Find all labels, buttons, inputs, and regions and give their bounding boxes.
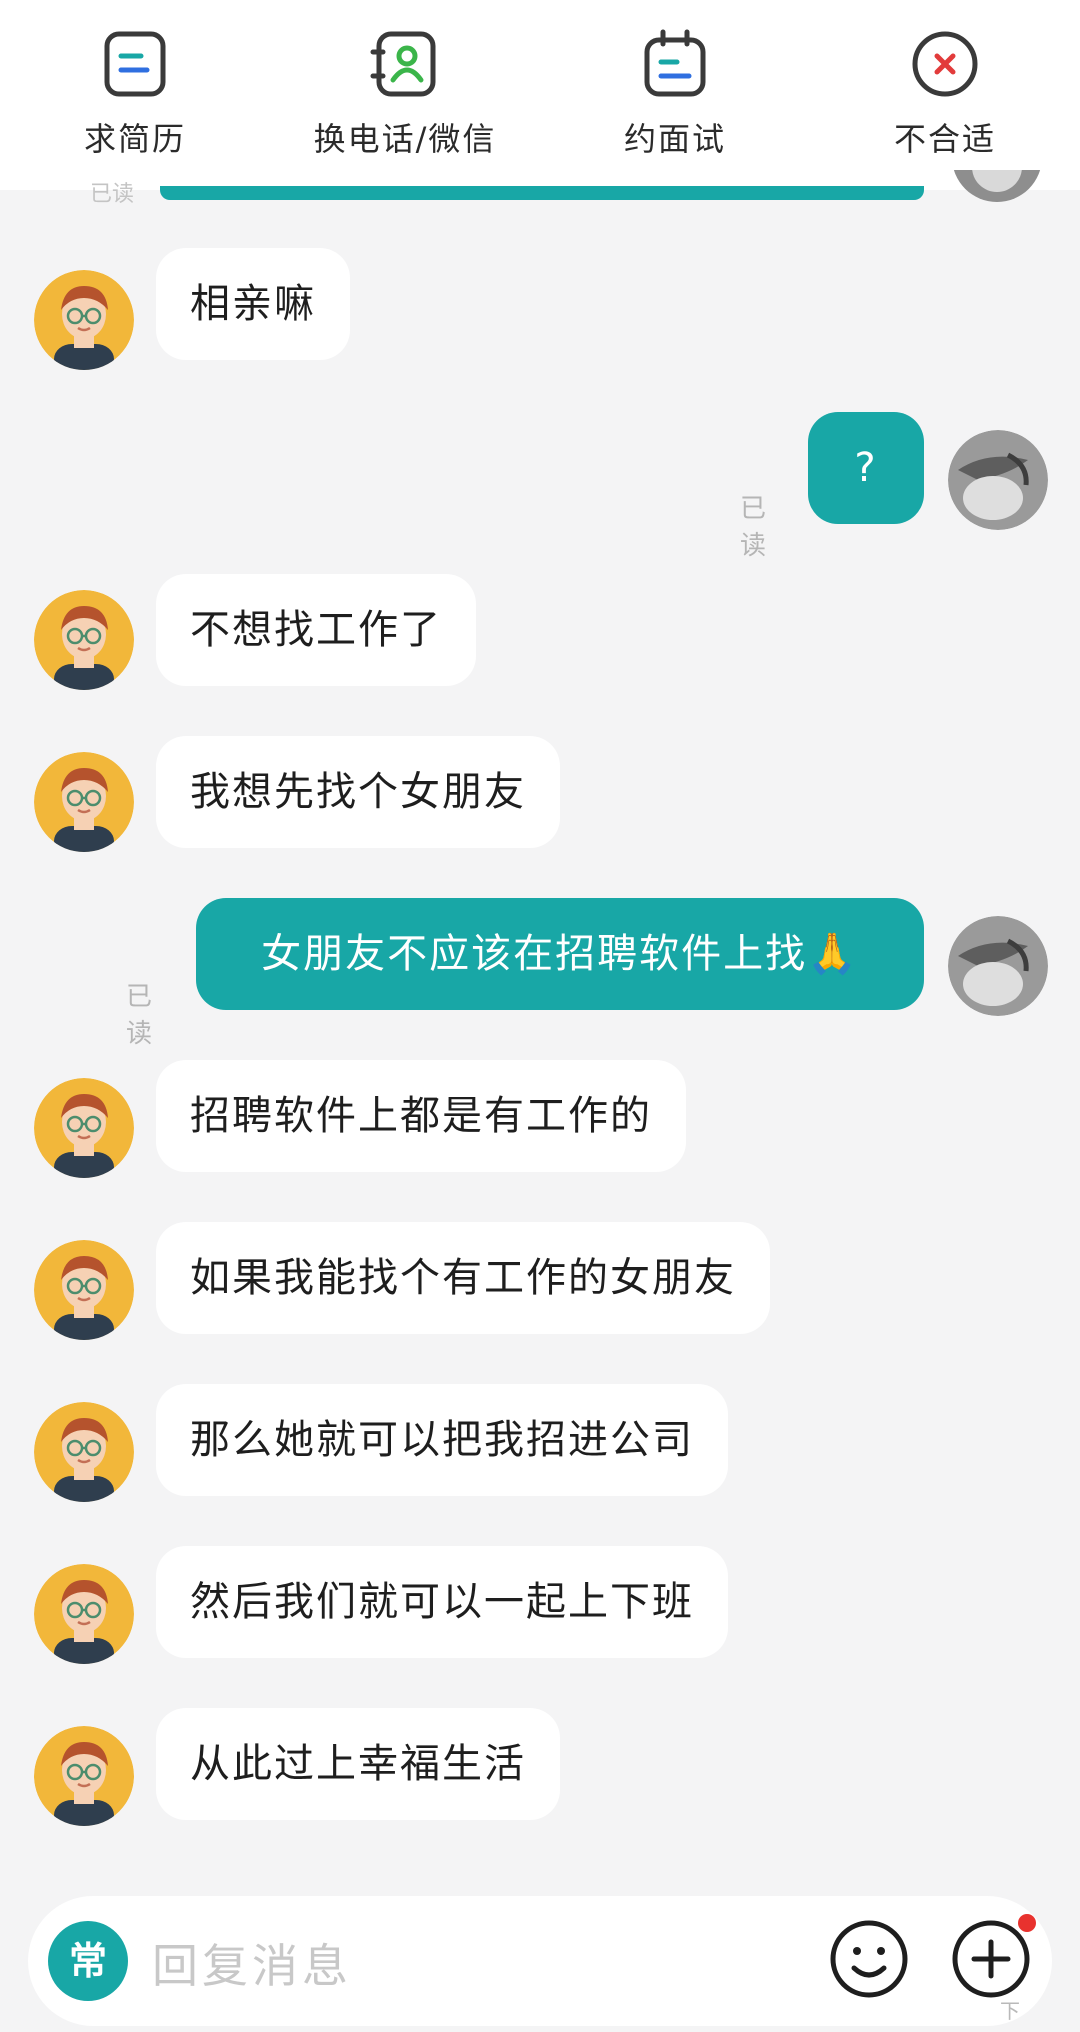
contact-avatar[interactable] bbox=[34, 590, 134, 690]
request-resume-button[interactable]: 求简历 bbox=[25, 0, 245, 160]
contact-avatar[interactable] bbox=[34, 1240, 134, 1340]
incoming-message-bubble[interactable]: 如果我能找个有工作的女朋友 bbox=[156, 1222, 770, 1334]
read-receipt: 已读 bbox=[740, 494, 769, 561]
incoming-message-bubble[interactable]: 然后我们就可以一起上下班 bbox=[156, 1546, 728, 1658]
composer-bar: 常 回复消息 bbox=[0, 1868, 1080, 2032]
contact-avatar[interactable] bbox=[34, 1078, 134, 1178]
not-suitable-button[interactable]: 不合适 bbox=[835, 0, 1055, 160]
contact-exchange-icon bbox=[370, 31, 436, 97]
message-input-placeholder: 回复消息 bbox=[152, 1939, 352, 1993]
contact-avatar[interactable] bbox=[34, 1402, 134, 1502]
read-receipt: 已读 bbox=[90, 182, 135, 207]
emoji-icon[interactable] bbox=[828, 1918, 910, 2000]
incoming-message-bubble[interactable]: 那么她就可以把我招进公司 bbox=[156, 1384, 728, 1496]
notification-dot bbox=[1018, 1914, 1036, 1932]
incoming-message-bubble[interactable]: 我想先找个女朋友 bbox=[156, 736, 560, 848]
calendar-icon bbox=[644, 29, 706, 97]
incoming-message-bubble[interactable]: 不想找工作了 bbox=[156, 574, 476, 686]
schedule-interview-button[interactable]: 约面试 bbox=[565, 0, 785, 160]
contact-avatar[interactable] bbox=[34, 270, 134, 370]
outgoing-message-bubble[interactable]: 女朋友不应该在招聘软件上找🙏 bbox=[196, 898, 924, 1010]
resume-icon bbox=[104, 31, 166, 97]
add-attachment-icon[interactable] bbox=[950, 1918, 1032, 2000]
schedule-interview-label: 约面试 bbox=[623, 120, 726, 158]
contact-avatar[interactable] bbox=[34, 1726, 134, 1826]
contact-avatar[interactable] bbox=[34, 1564, 134, 1664]
my-avatar[interactable] bbox=[948, 430, 1048, 530]
read-receipt: 已读 bbox=[126, 982, 155, 1049]
exchange-contact-label: 换电话/微信 bbox=[313, 120, 497, 158]
my-avatar[interactable] bbox=[948, 916, 1048, 1016]
close-circle-icon bbox=[912, 31, 978, 97]
watermark: 下 bbox=[1000, 1999, 1020, 2023]
quick-reply-button[interactable]: 常 bbox=[48, 1921, 128, 2001]
contact-avatar[interactable] bbox=[34, 752, 134, 852]
not-suitable-label: 不合适 bbox=[893, 120, 996, 158]
incoming-message-bubble[interactable]: 从此过上幸福生活 bbox=[156, 1708, 560, 1820]
request-resume-label: 求简历 bbox=[83, 120, 186, 158]
outgoing-message-bubble[interactable]: ? bbox=[808, 412, 924, 524]
exchange-contact-button[interactable]: 换电话/微信 bbox=[295, 0, 515, 160]
outgoing-message-bubble-partial bbox=[160, 186, 924, 200]
message-input[interactable]: 常 回复消息 bbox=[28, 1896, 1052, 2026]
incoming-message-bubble[interactable]: 招聘软件上都是有工作的 bbox=[156, 1060, 686, 1172]
my-avatar-partial bbox=[952, 170, 1042, 202]
chat-action-bar: 求简历 换电话/微信 约面试 不合适 bbox=[0, 0, 1080, 190]
incoming-message-bubble[interactable]: 相亲嘛 bbox=[156, 248, 350, 360]
